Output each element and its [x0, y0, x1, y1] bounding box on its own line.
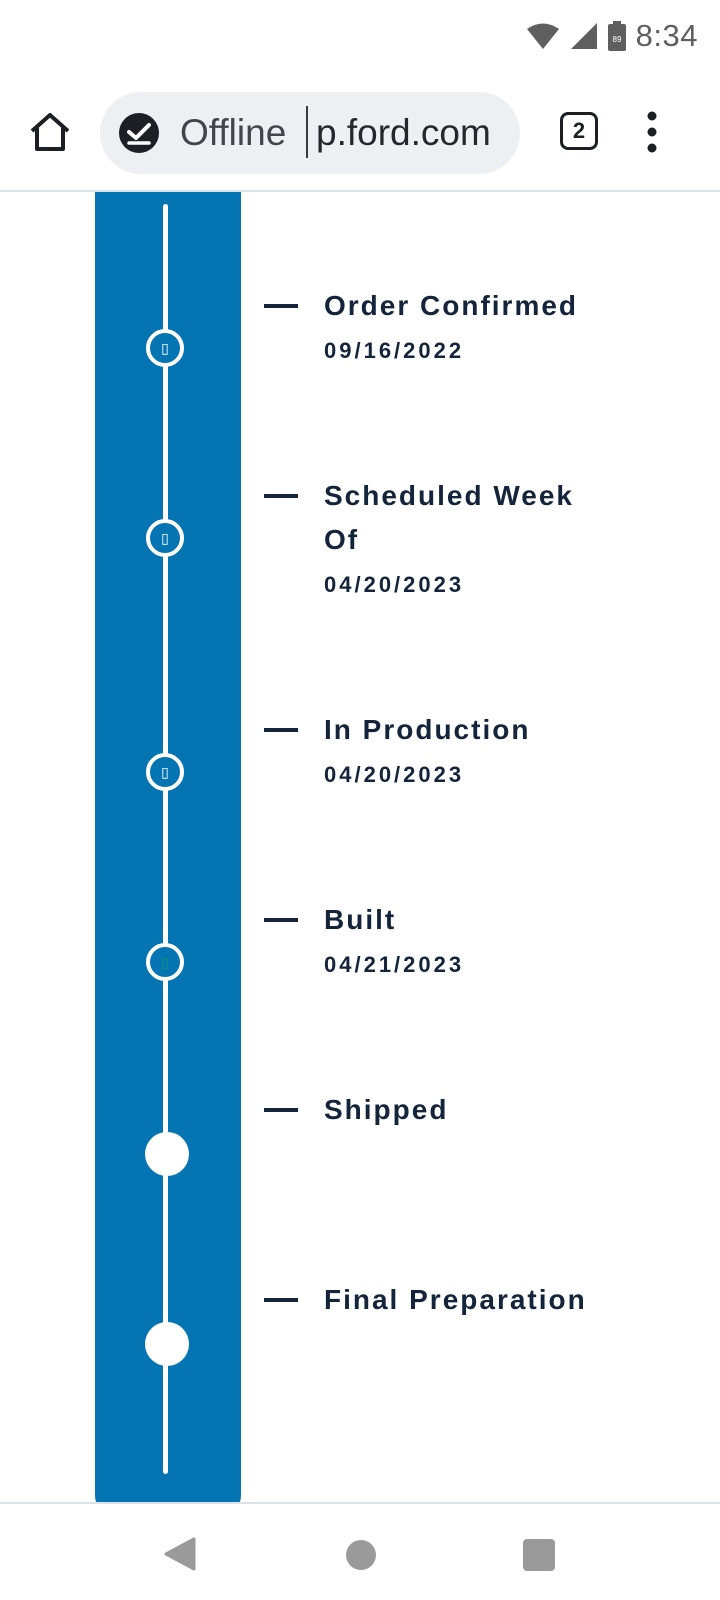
- system-nav-bar: [0, 1502, 720, 1600]
- cell-signal-icon: [570, 23, 597, 49]
- timeline-dash: [264, 918, 298, 922]
- timeline-node-completed: ▯: [146, 943, 184, 981]
- step-title: In Production: [324, 714, 531, 745]
- offline-check-icon: [119, 113, 159, 153]
- svg-text:89: 89: [612, 35, 621, 44]
- battery-icon: 89: [607, 21, 626, 51]
- offline-label: Offline: [180, 112, 287, 153]
- url-text[interactable]: p.ford.com: [316, 112, 491, 154]
- recents-icon[interactable]: [523, 1539, 555, 1571]
- step-title: Final Preparation: [324, 1284, 587, 1315]
- step-title: Scheduled Week Of: [324, 480, 575, 555]
- home-circle-icon[interactable]: [346, 1540, 376, 1570]
- timeline-dash: [264, 304, 298, 308]
- home-icon[interactable]: [28, 110, 72, 154]
- step-title: Built: [324, 904, 397, 935]
- timeline-dash: [264, 1108, 298, 1112]
- timeline-node-completed: ▯: [146, 329, 184, 367]
- status-bar: 89 8:34: [0, 0, 720, 80]
- wifi-icon: [526, 23, 559, 49]
- timeline-dash: [264, 494, 298, 498]
- timeline-node-pending: [145, 1322, 189, 1366]
- order-timeline: ▯ Order Confirmed 09/16/2022 ▯ Scheduled…: [0, 192, 720, 1502]
- timeline-track: [163, 204, 168, 1474]
- browser-toolbar: Offline p.ford.com 2: [0, 80, 720, 192]
- status-icons: 89 8:34: [526, 18, 698, 54]
- tab-switcher-button[interactable]: 2: [560, 112, 598, 150]
- step-date: 04/20/2023: [324, 572, 465, 597]
- url-divider: [306, 106, 308, 158]
- step-date: 04/21/2023: [324, 952, 465, 977]
- step-date: 09/16/2022: [324, 338, 465, 363]
- tab-count: 2: [572, 118, 586, 143]
- step-title: Shipped: [324, 1094, 449, 1125]
- back-icon[interactable]: [164, 1537, 196, 1571]
- more-menu-icon[interactable]: [640, 110, 664, 154]
- timeline-node-completed: ▯: [146, 753, 184, 791]
- omnibox[interactable]: Offline p.ford.com: [100, 92, 520, 174]
- step-title: Order Confirmed: [324, 290, 579, 321]
- timeline-dash: [264, 1298, 298, 1302]
- status-time: 8:34: [635, 18, 698, 53]
- timeline-node-pending: [145, 1132, 189, 1176]
- timeline-node-completed: ▯: [146, 519, 184, 557]
- timeline-panel: [95, 192, 241, 1502]
- step-date: 04/20/2023: [324, 762, 465, 787]
- timeline-dash: [264, 728, 298, 732]
